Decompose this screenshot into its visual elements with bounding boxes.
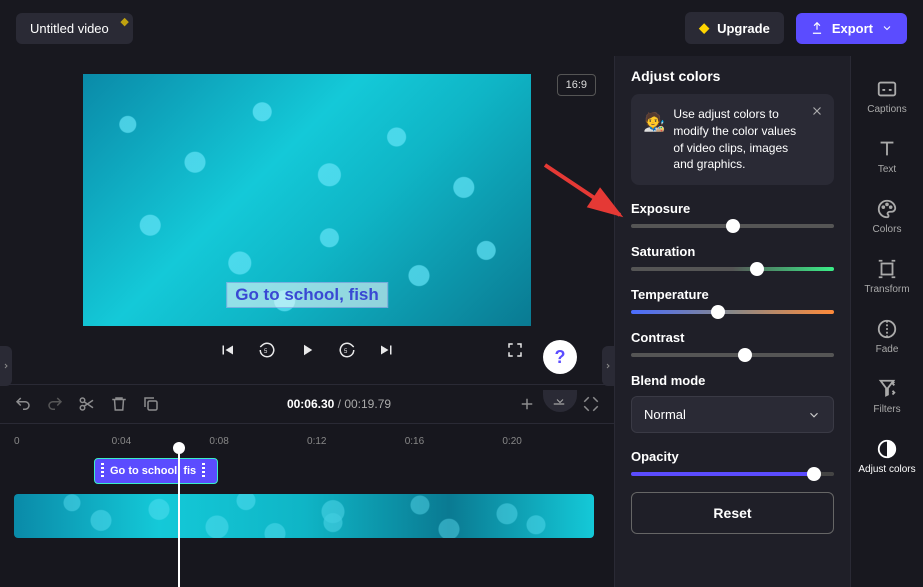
caption-clip-label: Go to school, fis [110,465,196,477]
palette-icon [876,198,898,220]
duplicate-button[interactable] [142,395,160,413]
rail-label: Transform [864,284,909,295]
top-bar: Untitled video ◆ ◆ Upgrade Export [0,0,923,56]
rewind-5-button[interactable]: 5 [257,340,277,360]
exposure-label: Exposure [631,201,834,216]
saturation-slider-group: Saturation [631,244,834,271]
panel-title: Adjust colors [631,68,834,84]
rail-label: Text [878,164,896,175]
opacity-slider[interactable] [631,472,834,476]
rail-label: Filters [873,404,900,415]
play-button[interactable] [297,340,317,360]
export-label: Export [832,21,873,36]
upgrade-label: Upgrade [717,21,770,36]
diamond-icon: ◆ [699,20,709,36]
aspect-ratio-badge[interactable]: 16:9 [557,74,596,96]
rail-label: Adjust colors [858,464,915,475]
ruler-tick: 0:20 [502,436,600,447]
blend-mode-label: Blend mode [631,373,834,388]
artist-emoji-icon: 🧑‍🎨 [643,110,665,135]
rail-fade[interactable]: Fade [857,308,917,364]
hint-box: 🧑‍🎨 Use adjust colors to modify the colo… [631,94,834,185]
blend-mode-value: Normal [644,407,686,422]
blend-mode-select[interactable]: Normal [631,396,834,433]
project-title-text: Untitled video [30,21,109,36]
opacity-slider-group: Opacity [631,449,834,476]
transform-icon [876,258,898,280]
filters-icon [876,378,898,400]
fade-icon [876,318,898,340]
zoom-in-button[interactable] [518,395,536,413]
contrast-label: Contrast [631,330,834,345]
current-time: 00:06.30 [287,397,334,411]
temperature-slider[interactable] [631,310,834,314]
transport-controls: 5 5 ? [83,326,531,374]
video-preview[interactable]: Go to school, fish [83,74,531,326]
rail-colors[interactable]: Colors [857,188,917,244]
ruler-tick: 0:04 [112,436,210,447]
close-hint-button[interactable] [810,104,824,123]
hint-text: Use adjust colors to modify the color va… [673,106,804,173]
total-time: 00:19.79 [344,397,391,411]
zoom-out-button[interactable] [550,395,568,413]
text-icon [876,138,898,160]
editor-column: 16:9 Go to school, fish 5 5 ? [0,56,614,587]
help-button[interactable]: ? [543,340,577,374]
skip-end-button[interactable] [377,340,397,360]
timeline-ruler[interactable]: 0 0:04 0:08 0:12 0:16 0:20 [14,430,600,452]
forward-5-button[interactable]: 5 [337,340,357,360]
diamond-icon: ◆ [120,15,128,28]
preview-area: 16:9 Go to school, fish 5 5 ? [0,56,614,374]
ruler-tick: 0 [14,436,112,447]
project-title[interactable]: Untitled video ◆ [16,13,133,44]
exposure-slider[interactable] [631,224,834,228]
timecode-display: 00:06.30 / 00:19.79 [287,397,391,411]
rail-label: Captions [867,104,906,115]
opacity-label: Opacity [631,449,834,464]
delete-button[interactable] [110,395,128,413]
playhead[interactable] [178,450,180,587]
chevron-down-icon [881,22,893,34]
adjust-colors-icon [876,438,898,460]
rail-transform[interactable]: Transform [857,248,917,304]
saturation-label: Saturation [631,244,834,259]
upgrade-button[interactable]: ◆ Upgrade [685,12,784,44]
split-button[interactable] [78,395,96,413]
fullscreen-button[interactable] [505,340,525,360]
exposure-slider-group: Exposure [631,201,834,228]
skip-start-button[interactable] [217,340,237,360]
ruler-tick: 0:12 [307,436,405,447]
rail-label: Fade [876,344,899,355]
rail-filters[interactable]: Filters [857,368,917,424]
captions-icon [876,78,898,100]
saturation-slider[interactable] [631,267,834,271]
rail-adjust-colors[interactable]: Adjust colors [857,428,917,484]
contrast-slider-group: Contrast [631,330,834,357]
redo-button[interactable] [46,395,64,413]
svg-text:5: 5 [344,349,348,355]
timeline[interactable]: 0 0:04 0:08 0:12 0:16 0:20 Go to school,… [0,424,614,587]
reset-button[interactable]: Reset [631,492,834,534]
svg-text:5: 5 [264,349,268,355]
timeline-toolbar: 00:06.30 / 00:19.79 [0,384,614,424]
rail-text[interactable]: Text [857,128,917,184]
rail-captions[interactable]: Captions [857,68,917,124]
undo-button[interactable] [14,395,32,413]
contrast-slider[interactable] [631,353,834,357]
ruler-tick: 0:16 [405,436,503,447]
timeline-caption-clip[interactable]: Go to school, fis [94,458,218,484]
right-rail: Captions Text Colors Transform Fade Filt… [850,56,923,587]
adjust-colors-panel: Adjust colors 🧑‍🎨 Use adjust colors to m… [614,56,850,587]
chevron-down-icon [807,408,821,422]
upload-icon [810,21,824,35]
rail-label: Colors [873,224,902,235]
export-button[interactable]: Export [796,13,907,44]
ruler-tick: 0:08 [209,436,307,447]
caption-overlay[interactable]: Go to school, fish [226,282,388,308]
zoom-fit-button[interactable] [582,395,600,413]
temperature-slider-group: Temperature [631,287,834,314]
timeline-video-clip[interactable] [14,494,594,538]
temperature-label: Temperature [631,287,834,302]
